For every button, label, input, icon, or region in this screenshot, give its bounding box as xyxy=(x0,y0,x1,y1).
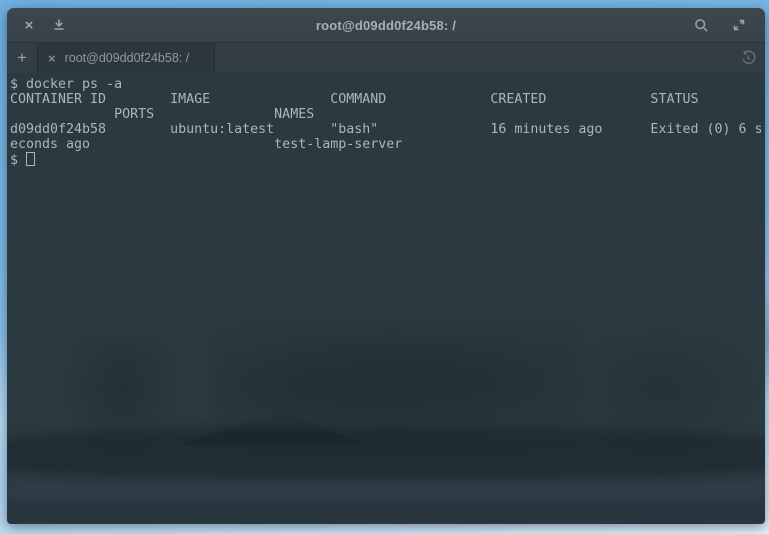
wallpaper-trees-right xyxy=(567,338,757,453)
terminal-line-command: $ docker ps -a xyxy=(10,77,765,92)
titlebar-right-controls xyxy=(689,13,755,37)
terminal-line-container-row-wrap: econds ago test-lamp-server xyxy=(10,137,765,152)
search-icon xyxy=(694,18,709,33)
wallpaper-hill xyxy=(177,411,367,445)
tab-bar-spacer xyxy=(215,43,731,73)
terminal-prompt-line: $ xyxy=(10,152,765,167)
wallpaper-horizon-band xyxy=(7,428,765,480)
add-terminal-down-button[interactable] xyxy=(47,13,71,37)
new-tab-button[interactable]: + xyxy=(7,43,37,73)
terminal-window: × root@d09dd0f24b58: / xyxy=(7,8,765,524)
close-icon: × xyxy=(25,18,34,33)
plus-icon: + xyxy=(17,48,27,67)
add-terminal-down-icon xyxy=(52,18,66,32)
titlebar[interactable]: × root@d09dd0f24b58: / xyxy=(7,8,765,43)
search-button[interactable] xyxy=(689,13,713,37)
titlebar-left-controls: × xyxy=(17,13,71,37)
wallpaper-trees-center xyxy=(217,328,577,458)
terminal-line-header: CONTAINER ID IMAGE COMMAND CREATED STATU… xyxy=(10,92,765,107)
close-button[interactable]: × xyxy=(17,13,41,37)
terminal-screen[interactable]: $ docker ps -a CONTAINER ID IMAGE COMMAN… xyxy=(7,73,765,524)
fullscreen-button[interactable] xyxy=(727,13,751,37)
window-title: root@d09dd0f24b58: / xyxy=(7,18,765,33)
tab-label: root@d09dd0f24b58: / xyxy=(65,51,190,65)
tab-bar: + × root@d09dd0f24b58: / xyxy=(7,43,765,73)
tab-close-icon[interactable]: × xyxy=(48,52,56,65)
terminal-line-container-row: d09dd0f24b58 ubuntu:latest "bash" 16 min… xyxy=(10,122,765,137)
terminal-cursor xyxy=(26,152,35,166)
wallpaper-trees-left xyxy=(67,343,177,453)
terminal-line-header-wrap: PORTS NAMES xyxy=(10,107,765,122)
history-button[interactable] xyxy=(731,43,765,73)
tab-active[interactable]: × root@d09dd0f24b58: / xyxy=(37,43,215,73)
prompt: $ xyxy=(10,153,26,168)
history-icon xyxy=(740,50,756,66)
fullscreen-icon xyxy=(732,18,746,32)
terminal-output: $ docker ps -a CONTAINER ID IMAGE COMMAN… xyxy=(7,73,765,167)
desktop-background: × root@d09dd0f24b58: / xyxy=(0,0,769,534)
wallpaper-lower-glow xyxy=(7,481,765,524)
wallpaper-footer-band xyxy=(7,500,765,524)
